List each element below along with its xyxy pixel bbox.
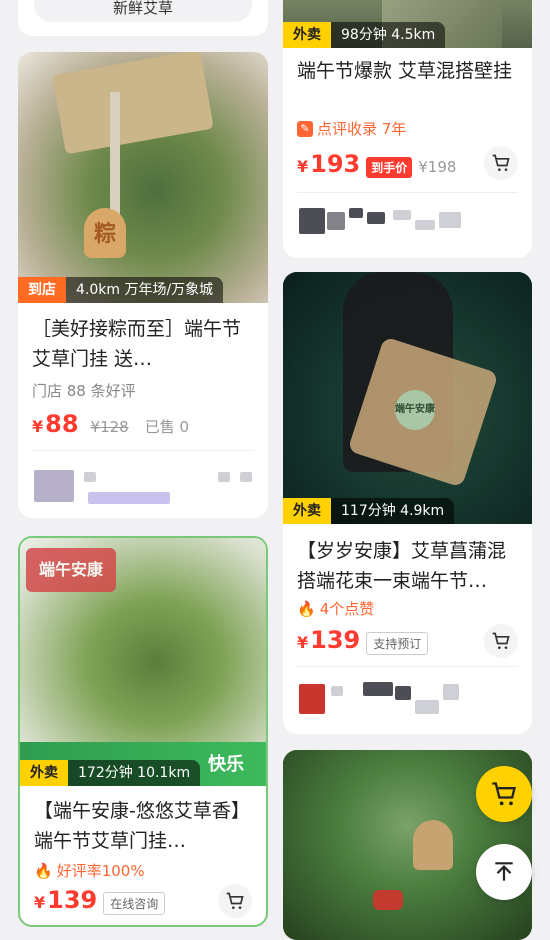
consult-tag: 在线咨询 <box>103 892 166 915</box>
delivery-badge: 外卖 117分钟 4.9km <box>283 498 455 524</box>
likes-text: 4个点赞 <box>319 600 375 618</box>
divider <box>32 450 254 451</box>
product-title[interactable]: ［美好接粽而至］端午节艾草门挂 送… <box>32 314 256 374</box>
cart-icon <box>492 632 510 649</box>
delivery-type-badge: 外卖 <box>283 22 331 48</box>
product-card-partial-top-left[interactable]: 新鲜艾草 <box>18 0 268 36</box>
add-to-cart-button[interactable] <box>218 884 252 918</box>
price-row: ¥ 193 到手价 ¥198 <box>297 150 456 178</box>
store-type-badge: 到店 <box>18 277 66 303</box>
reservation-tag: 支持预订 <box>366 632 429 655</box>
original-price: ¥128 <box>90 418 129 436</box>
delivery-badge: 外卖 172分钟 10.1km <box>20 760 201 786</box>
product-card[interactable]: 外卖 98分钟 4.5km 端午节爆款 艾草混搭壁挂 ✎ 点评收录 7年 ¥ 1… <box>283 0 532 258</box>
delivery-type-badge: 外卖 <box>283 498 331 524</box>
product-title[interactable]: 端午节爆款 艾草混搭壁挂 <box>297 56 520 86</box>
rating-text: 好评率100% <box>56 862 145 880</box>
store-badge: 到店 4.0km 万年场/万象城 <box>18 277 224 303</box>
review-highlight-text: 点评收录 7年 <box>317 120 407 138</box>
price-value: 139 <box>47 886 98 914</box>
store-distance-location: 4.0km 万年场/万象城 <box>66 277 224 303</box>
image-text-banner: 端午安康 <box>26 548 116 592</box>
original-price: ¥198 <box>418 158 457 176</box>
delivery-time-distance: 172分钟 10.1km <box>68 760 201 786</box>
floating-cart-button[interactable] <box>476 766 532 822</box>
currency-symbol: ¥ <box>297 633 309 652</box>
cart-icon <box>492 782 516 806</box>
price-row: ¥ 88 ¥128 已售 0 <box>32 410 189 438</box>
product-image[interactable]: 端午安康 外卖 117分钟 4.9km <box>283 272 532 524</box>
product-title[interactable]: 【端午安康-悠悠艾草香】端午节艾草门挂… <box>34 796 254 856</box>
price-row: ¥ 139 在线咨询 <box>34 886 166 915</box>
product-image[interactable]: 端午安康 快乐 外卖 172分钟 10.1km <box>20 538 266 786</box>
price-value: 193 <box>310 150 361 178</box>
add-to-cart-button[interactable] <box>484 624 518 658</box>
image-text-zong: 粽 <box>84 208 126 258</box>
final-price-tag: 到手价 <box>366 157 413 178</box>
product-image[interactable]: 外卖 98分钟 4.5km <box>283 0 532 48</box>
delivery-time-distance: 117分钟 4.9km <box>331 498 455 524</box>
product-card-featured[interactable]: 端午安康 快乐 外卖 172分钟 10.1km 【端午安康-悠悠艾草香】端午节艾… <box>18 536 268 927</box>
sold-count: 已售 0 <box>144 418 190 436</box>
image-text-happy: 快乐 <box>208 754 244 775</box>
price-value: 88 <box>45 410 79 438</box>
divider <box>297 192 518 193</box>
product-card[interactable]: 粽 到店 4.0km 万年场/万象城 ［美好接粽而至］端午节艾草门挂 送… 门店… <box>18 52 268 518</box>
currency-symbol: ¥ <box>297 157 309 176</box>
currency-symbol: ¥ <box>32 417 44 436</box>
product-card[interactable]: 端午安康 外卖 117分钟 4.9km 【岁岁安康】艾草菖蒲混搭端花束一束端午节… <box>283 272 532 734</box>
product-title[interactable]: 【岁岁安康】艾草菖蒲混搭端花束一束端午节… <box>297 536 520 596</box>
delivery-type-badge: 外卖 <box>20 760 68 786</box>
image-text-ankang: 端午安康 <box>395 390 435 430</box>
divider <box>297 666 518 667</box>
rating-highlight: 🔥 好评率100% <box>34 860 145 881</box>
cart-icon <box>492 154 510 171</box>
store-review-count: 门店 88 条好评 <box>32 382 136 400</box>
price-value: 139 <box>310 626 361 654</box>
likes-highlight: 🔥 4个点赞 <box>297 598 374 619</box>
back-to-top-button[interactable] <box>476 844 532 900</box>
back-to-top-icon <box>495 862 513 881</box>
review-highlight: ✎ 点评收录 7年 <box>297 118 406 139</box>
currency-symbol: ¥ <box>34 893 46 912</box>
price-row: ¥ 139 支持预订 <box>297 626 429 655</box>
product-image[interactable]: 粽 到店 4.0km 万年场/万象城 <box>18 52 268 303</box>
flame-icon: 🔥 <box>34 861 53 880</box>
delivery-time-distance: 98分钟 4.5km <box>331 22 446 48</box>
shop-snippet[interactable]: 新鲜艾草 <box>34 0 252 22</box>
flame-icon: 🔥 <box>297 599 316 618</box>
add-to-cart-button[interactable] <box>484 146 518 180</box>
cart-icon <box>226 892 244 909</box>
review-icon: ✎ <box>297 120 313 137</box>
delivery-badge: 外卖 98分钟 4.5km <box>283 22 446 48</box>
